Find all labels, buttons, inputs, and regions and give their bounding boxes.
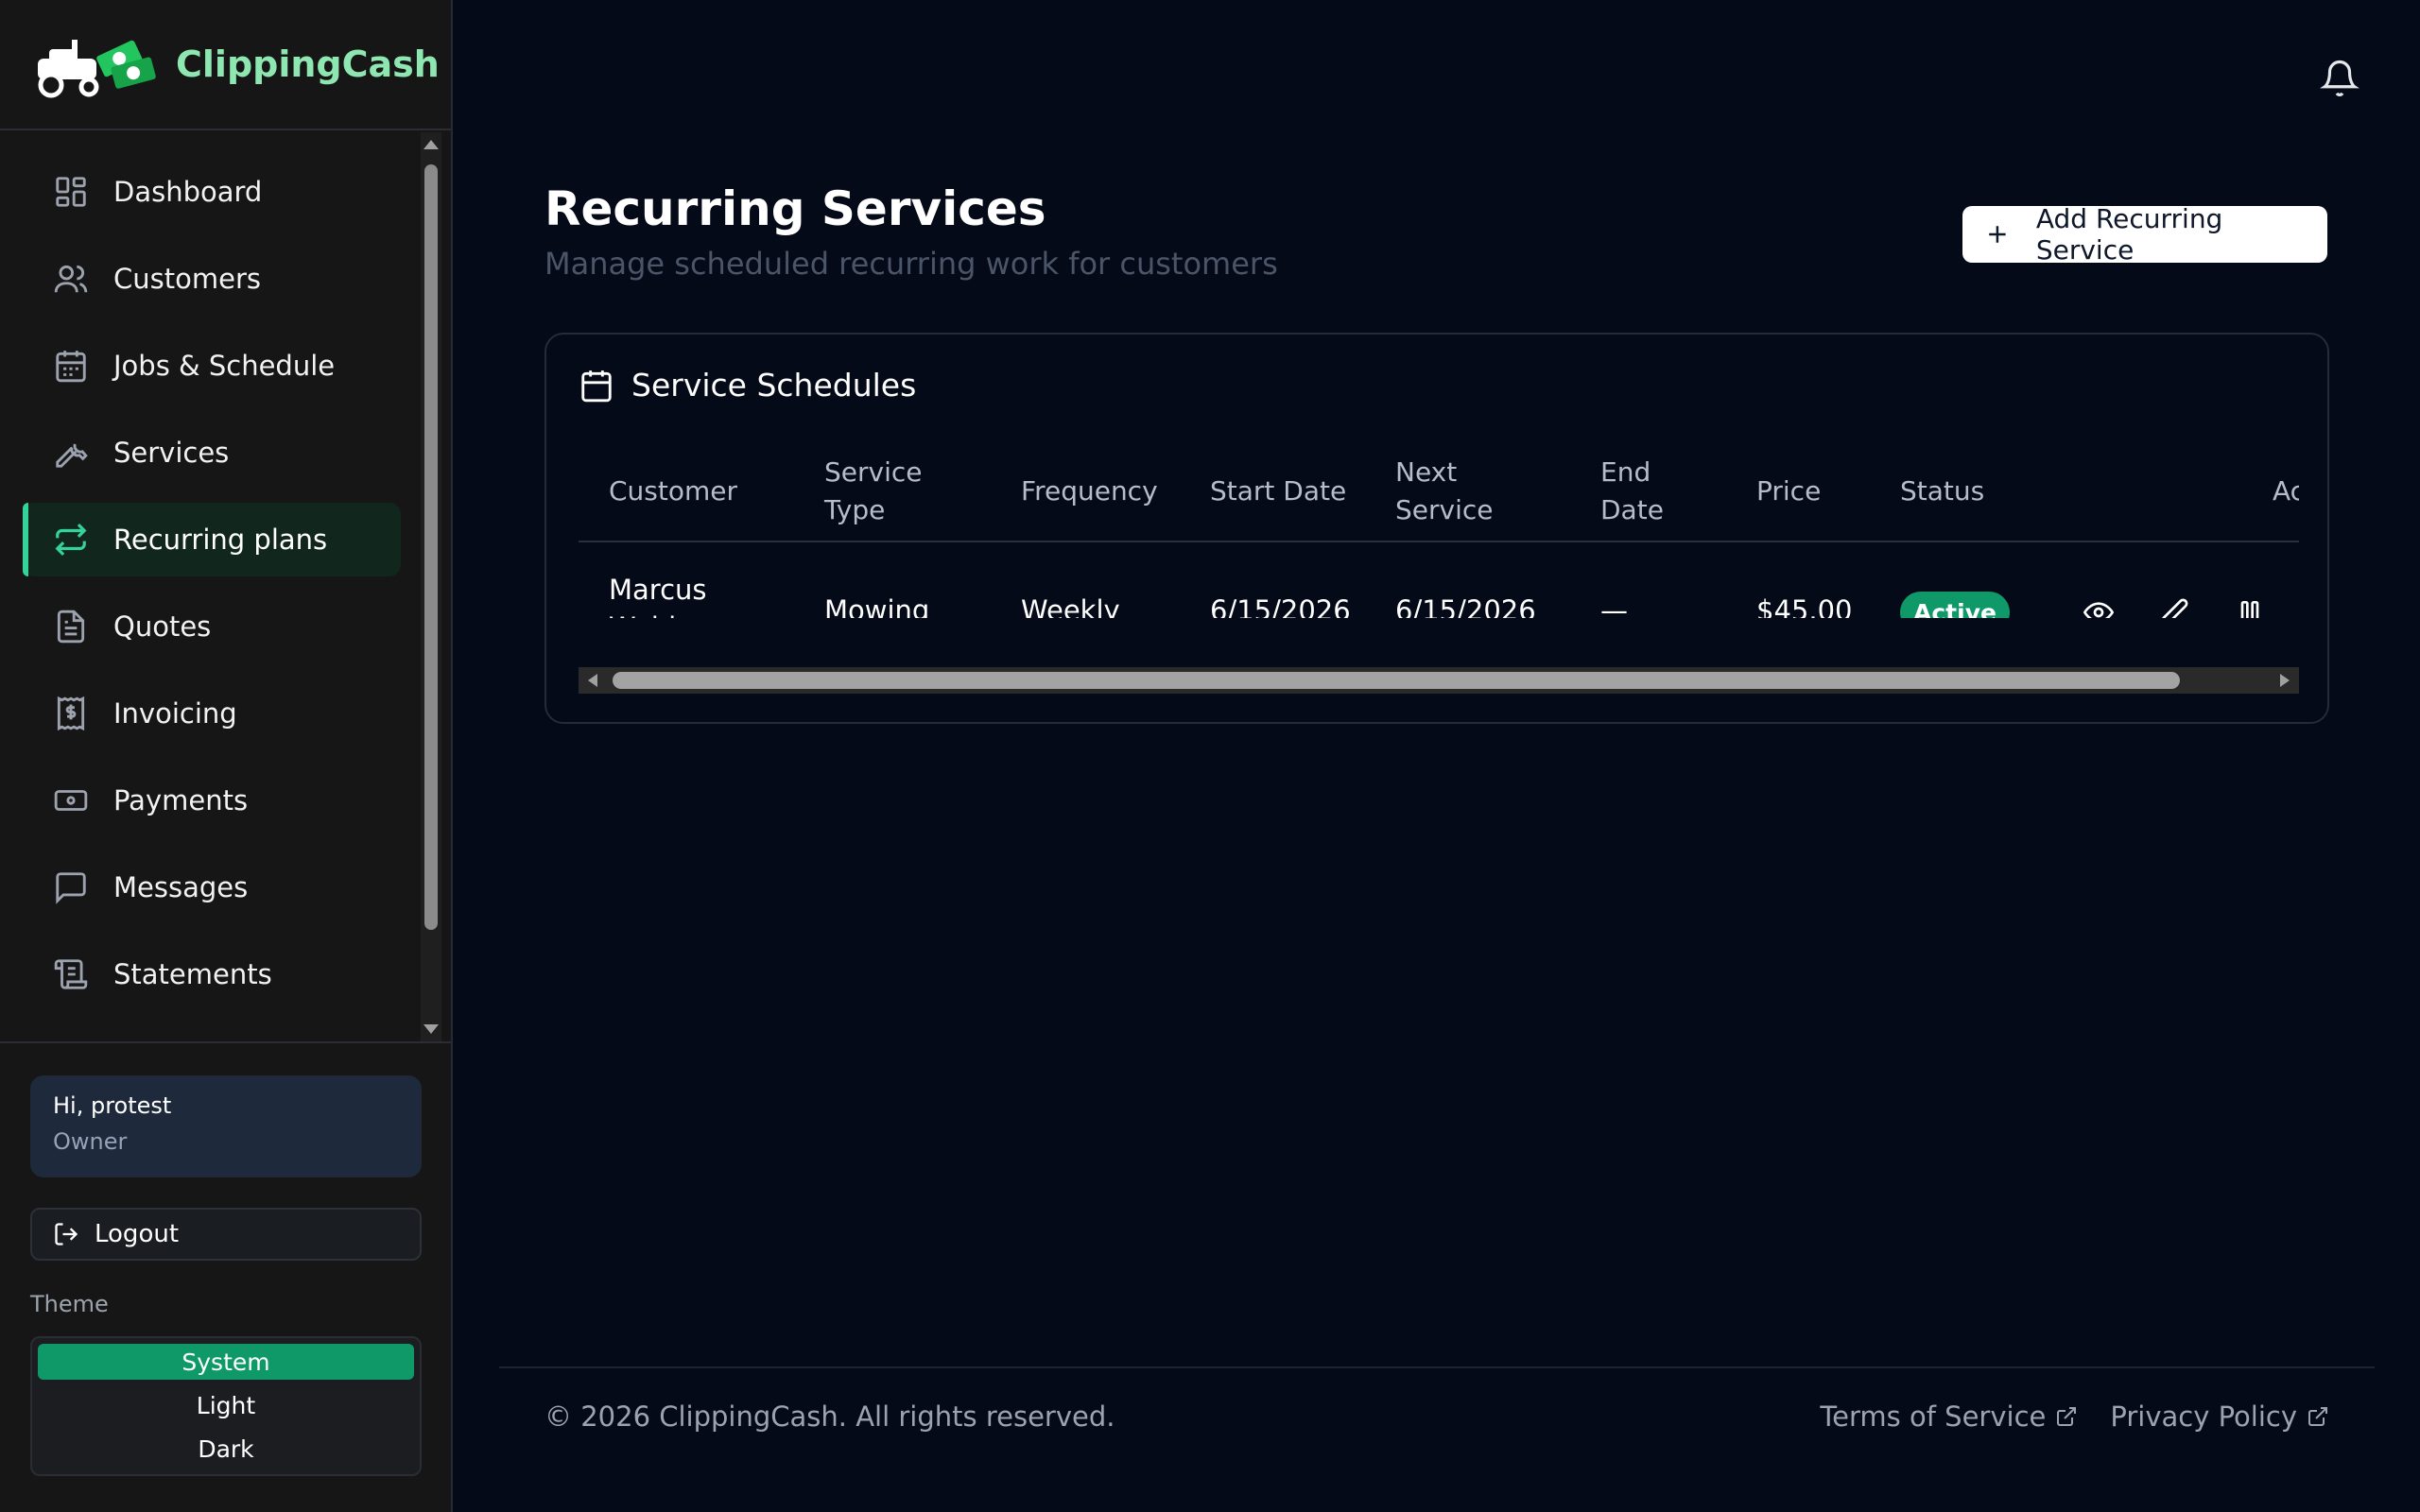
- wrench-icon: [56, 443, 88, 468]
- terms-link-label: Terms of Service: [1820, 1400, 2047, 1433]
- user-greeting: Hi, protest: [53, 1092, 172, 1119]
- footer-copyright: © 2026 ClippingCash. All rights reserved…: [544, 1400, 1115, 1433]
- sidebar-item-invoicing[interactable]: Invoicing: [23, 677, 401, 750]
- users-icon: [54, 265, 88, 293]
- service-schedules-card: Service Schedules Customer Service Type …: [544, 333, 2329, 724]
- sidebar-item-label: Messages: [113, 871, 249, 903]
- banknote-icon: [54, 790, 88, 811]
- column-header-price[interactable]: Price: [1756, 472, 1851, 510]
- sidebar-item-quotes[interactable]: Quotes: [23, 590, 401, 663]
- table-row[interactable]: Marcus Webb Mowing Weekly 6/15/2026 6/15…: [579, 544, 2299, 618]
- column-header-next-service[interactable]: Next Service: [1395, 454, 1499, 529]
- table-header: Customer Service Type Frequency Start Da…: [579, 438, 2299, 542]
- sidebar-scrollbar[interactable]: [421, 132, 441, 1041]
- edit-pencil-icon[interactable]: [2159, 597, 2189, 618]
- view-eye-icon[interactable]: [2083, 597, 2114, 618]
- sidebar-item-customers[interactable]: Customers: [23, 242, 401, 316]
- column-header-start-date[interactable]: Start Date: [1210, 472, 1371, 510]
- scroll-right-arrow-icon[interactable]: [2280, 674, 2290, 687]
- sidebar-item-jobs-schedule[interactable]: Jobs & Schedule: [23, 329, 401, 403]
- terms-of-service-link[interactable]: Terms of Service: [1820, 1400, 2078, 1433]
- column-header-end-date[interactable]: End Date: [1600, 454, 1676, 529]
- scroll-down-arrow-icon[interactable]: [424, 1024, 439, 1034]
- scrollbar-thumb[interactable]: [424, 164, 438, 930]
- scroll-icon: [54, 959, 88, 989]
- cell-end-date: —: [1600, 594, 1628, 618]
- cell-customer[interactable]: Marcus Webb: [609, 571, 722, 618]
- scroll-left-arrow-icon[interactable]: [588, 674, 597, 687]
- cell-start-date: 6/15/2026: [1210, 594, 1351, 618]
- privacy-link-label: Privacy Policy: [2110, 1400, 2297, 1433]
- external-link-icon: [2308, 1407, 2327, 1426]
- logout-button[interactable]: Logout: [30, 1208, 422, 1261]
- sidebar-item-services[interactable]: Services: [23, 416, 401, 490]
- user-card: Hi, protest Owner: [30, 1075, 422, 1177]
- status-badge: Active: [1900, 592, 2010, 618]
- scroll-up-arrow-icon[interactable]: [424, 140, 439, 149]
- calendar-icon: [581, 369, 612, 402]
- add-button-label: Add Recurring Service: [2035, 203, 2223, 266]
- sidebar-item-payments[interactable]: Payments: [23, 764, 401, 837]
- page-subtitle: Manage scheduled recurring work for cust…: [544, 246, 1278, 282]
- column-header-customer[interactable]: Customer: [609, 472, 779, 510]
- sidebar-item-label: Services: [113, 437, 230, 469]
- repeat-icon: [55, 524, 87, 556]
- sidebar-nav: Dashboard Customers Jobs & Schedule Serv…: [0, 132, 451, 1041]
- sidebar-item-statements[interactable]: Statements: [23, 937, 401, 1011]
- column-header-service-type[interactable]: Service Type: [824, 454, 928, 529]
- cell-frequency: Weekly: [1021, 594, 1120, 618]
- sidebar-item-dashboard[interactable]: Dashboard: [23, 155, 401, 229]
- sidebar: ClippingCash Dashboard Customers Jobs & …: [0, 0, 453, 1512]
- theme-option-light[interactable]: Light: [38, 1387, 414, 1423]
- sidebar-item-recurring-plans[interactable]: Recurring plans: [23, 503, 401, 576]
- document-icon: [57, 610, 85, 644]
- calendar-icon: [56, 351, 86, 383]
- footer-links: Terms of Service Privacy Policy: [1820, 1400, 2329, 1433]
- brand[interactable]: ClippingCash: [0, 0, 451, 130]
- sidebar-item-label: Quotes: [113, 610, 212, 643]
- theme-option-system[interactable]: System: [38, 1344, 414, 1380]
- receipt-icon: [57, 696, 85, 731]
- logout-icon: [55, 1223, 78, 1246]
- user-role: Owner: [53, 1128, 128, 1155]
- sidebar-item-label: Recurring plans: [113, 524, 328, 556]
- sidebar-item-label: Payments: [113, 784, 249, 816]
- table-horizontal-scrollbar[interactable]: [579, 667, 2299, 694]
- cell-service-type: Mowing: [824, 594, 930, 618]
- logout-label: Logout: [95, 1220, 180, 1248]
- sidebar-item-label: Invoicing: [113, 697, 237, 730]
- theme-selector[interactable]: System Light Dark: [30, 1336, 422, 1476]
- schedules-table: Customer Service Type Frequency Start Da…: [579, 438, 2299, 618]
- card-title: Service Schedules: [631, 367, 917, 404]
- message-icon: [56, 872, 86, 904]
- scrollbar-thumb[interactable]: [613, 672, 2180, 689]
- sidebar-item-label: Customers: [113, 263, 261, 295]
- theme-option-dark[interactable]: Dark: [38, 1431, 414, 1467]
- column-header-frequency[interactable]: Frequency: [1021, 472, 1182, 510]
- privacy-policy-link[interactable]: Privacy Policy: [2110, 1400, 2329, 1433]
- theme-label: Theme: [30, 1291, 109, 1317]
- sidebar-item-label: Jobs & Schedule: [113, 350, 336, 382]
- pause-icon[interactable]: [2235, 597, 2265, 618]
- sidebar-item-messages[interactable]: Messages: [23, 850, 401, 924]
- cell-price: $45.00: [1756, 594, 1853, 618]
- cell-next-service: 6/15/2026: [1395, 594, 1536, 618]
- page-title: Recurring Services: [544, 181, 1046, 236]
- plus-icon: [1989, 226, 2006, 243]
- sidebar-item-label: Statements: [113, 958, 272, 990]
- card-header: Service Schedules: [579, 367, 916, 404]
- column-header-status[interactable]: Status: [1900, 472, 2014, 510]
- external-link-icon: [2057, 1407, 2077, 1426]
- dashboard-icon: [56, 177, 86, 207]
- sidebar-footer: Hi, protest Owner Logout Theme System Li…: [0, 1041, 451, 1512]
- column-header-actions[interactable]: Ac: [2273, 472, 2299, 510]
- footer-divider: [499, 1366, 2375, 1368]
- lawn-mower-logo-icon: [38, 40, 156, 98]
- brand-name: ClippingCash: [176, 43, 440, 85]
- notification-bell-icon[interactable]: [2320, 59, 2360, 98]
- add-recurring-service-button[interactable]: Add Recurring Service: [1962, 203, 2327, 266]
- sidebar-item-label: Dashboard: [113, 176, 263, 208]
